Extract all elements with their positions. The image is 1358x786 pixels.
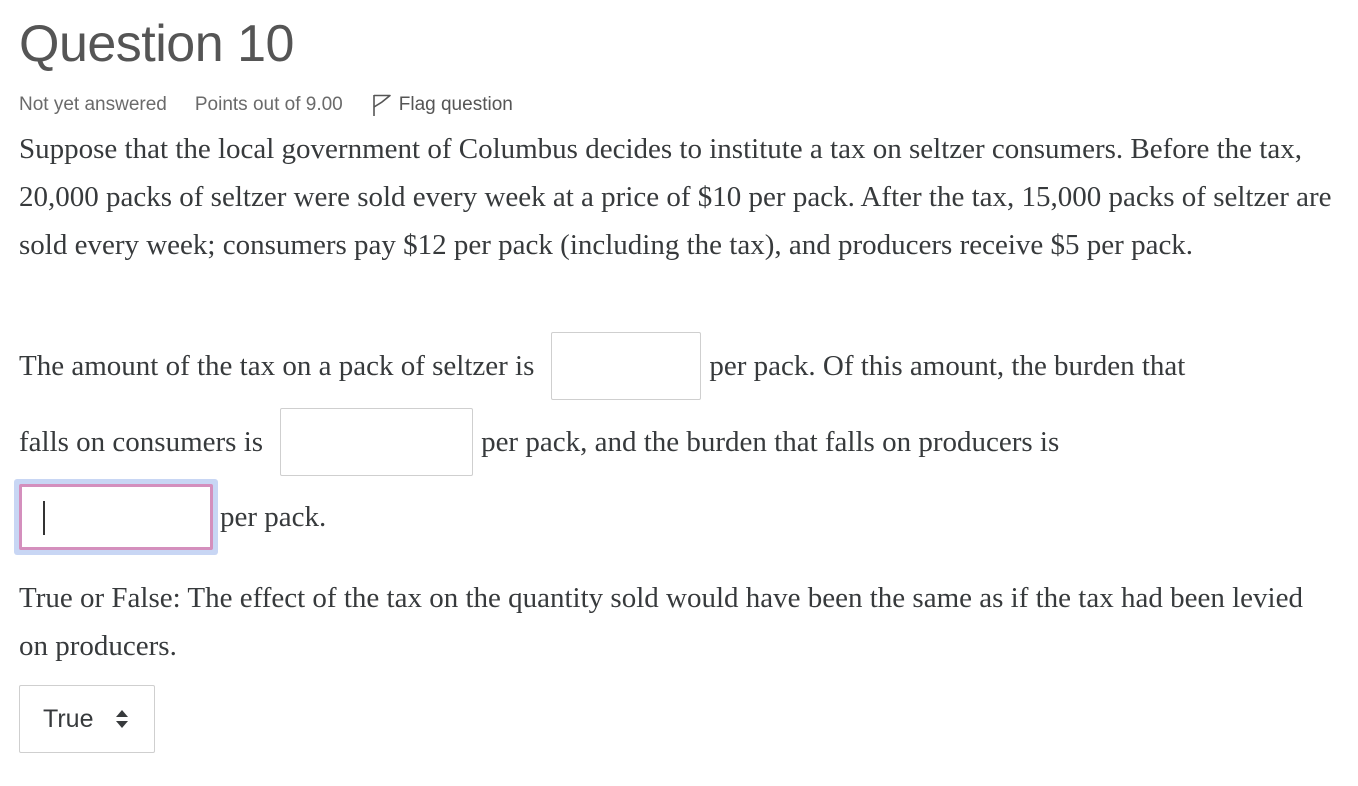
- flag-icon: [372, 94, 391, 116]
- consumer-burden-input[interactable]: [280, 408, 474, 476]
- fill-in-text-1: The amount of the tax on a pack of seltz…: [19, 349, 535, 382]
- fill-in-line-3: per pack.: [14, 479, 326, 555]
- flag-question-link[interactable]: Flag question: [371, 93, 513, 117]
- question-title: Question 10: [19, 15, 294, 73]
- producer-burden-focus-ring: [14, 479, 218, 555]
- question-info: Not yet answered Points out of 9.00 Flag…: [19, 91, 513, 119]
- fill-in-text-3: falls on consumers is: [19, 425, 264, 458]
- true-false-question-text: True or False: The effect of the tax on …: [19, 582, 1303, 662]
- fill-in-text-2: per pack. Of this amount, the burden tha…: [709, 349, 1186, 382]
- true-false-select[interactable]: True: [19, 685, 155, 753]
- fill-in-line-2: falls on consumers is per pack, and the …: [19, 408, 1059, 476]
- flag-question-label: Flag question: [398, 94, 513, 115]
- sort-arrows-icon: [116, 710, 129, 728]
- question-state: Not yet answered: [19, 94, 167, 115]
- fill-in-text-4: per pack, and the burden that falls on p…: [481, 425, 1060, 458]
- fill-in-text-5: per pack.: [220, 500, 327, 533]
- producer-burden-input[interactable]: [19, 484, 213, 550]
- text-caret: [43, 501, 45, 535]
- question-grade: Points out of 9.00: [194, 94, 343, 115]
- tax-amount-input[interactable]: [551, 332, 702, 400]
- question-text: Suppose that the local government of Col…: [19, 133, 1332, 261]
- true-false-selected-value: True: [43, 704, 94, 733]
- fill-in-line-1: The amount of the tax on a pack of seltz…: [19, 332, 1185, 400]
